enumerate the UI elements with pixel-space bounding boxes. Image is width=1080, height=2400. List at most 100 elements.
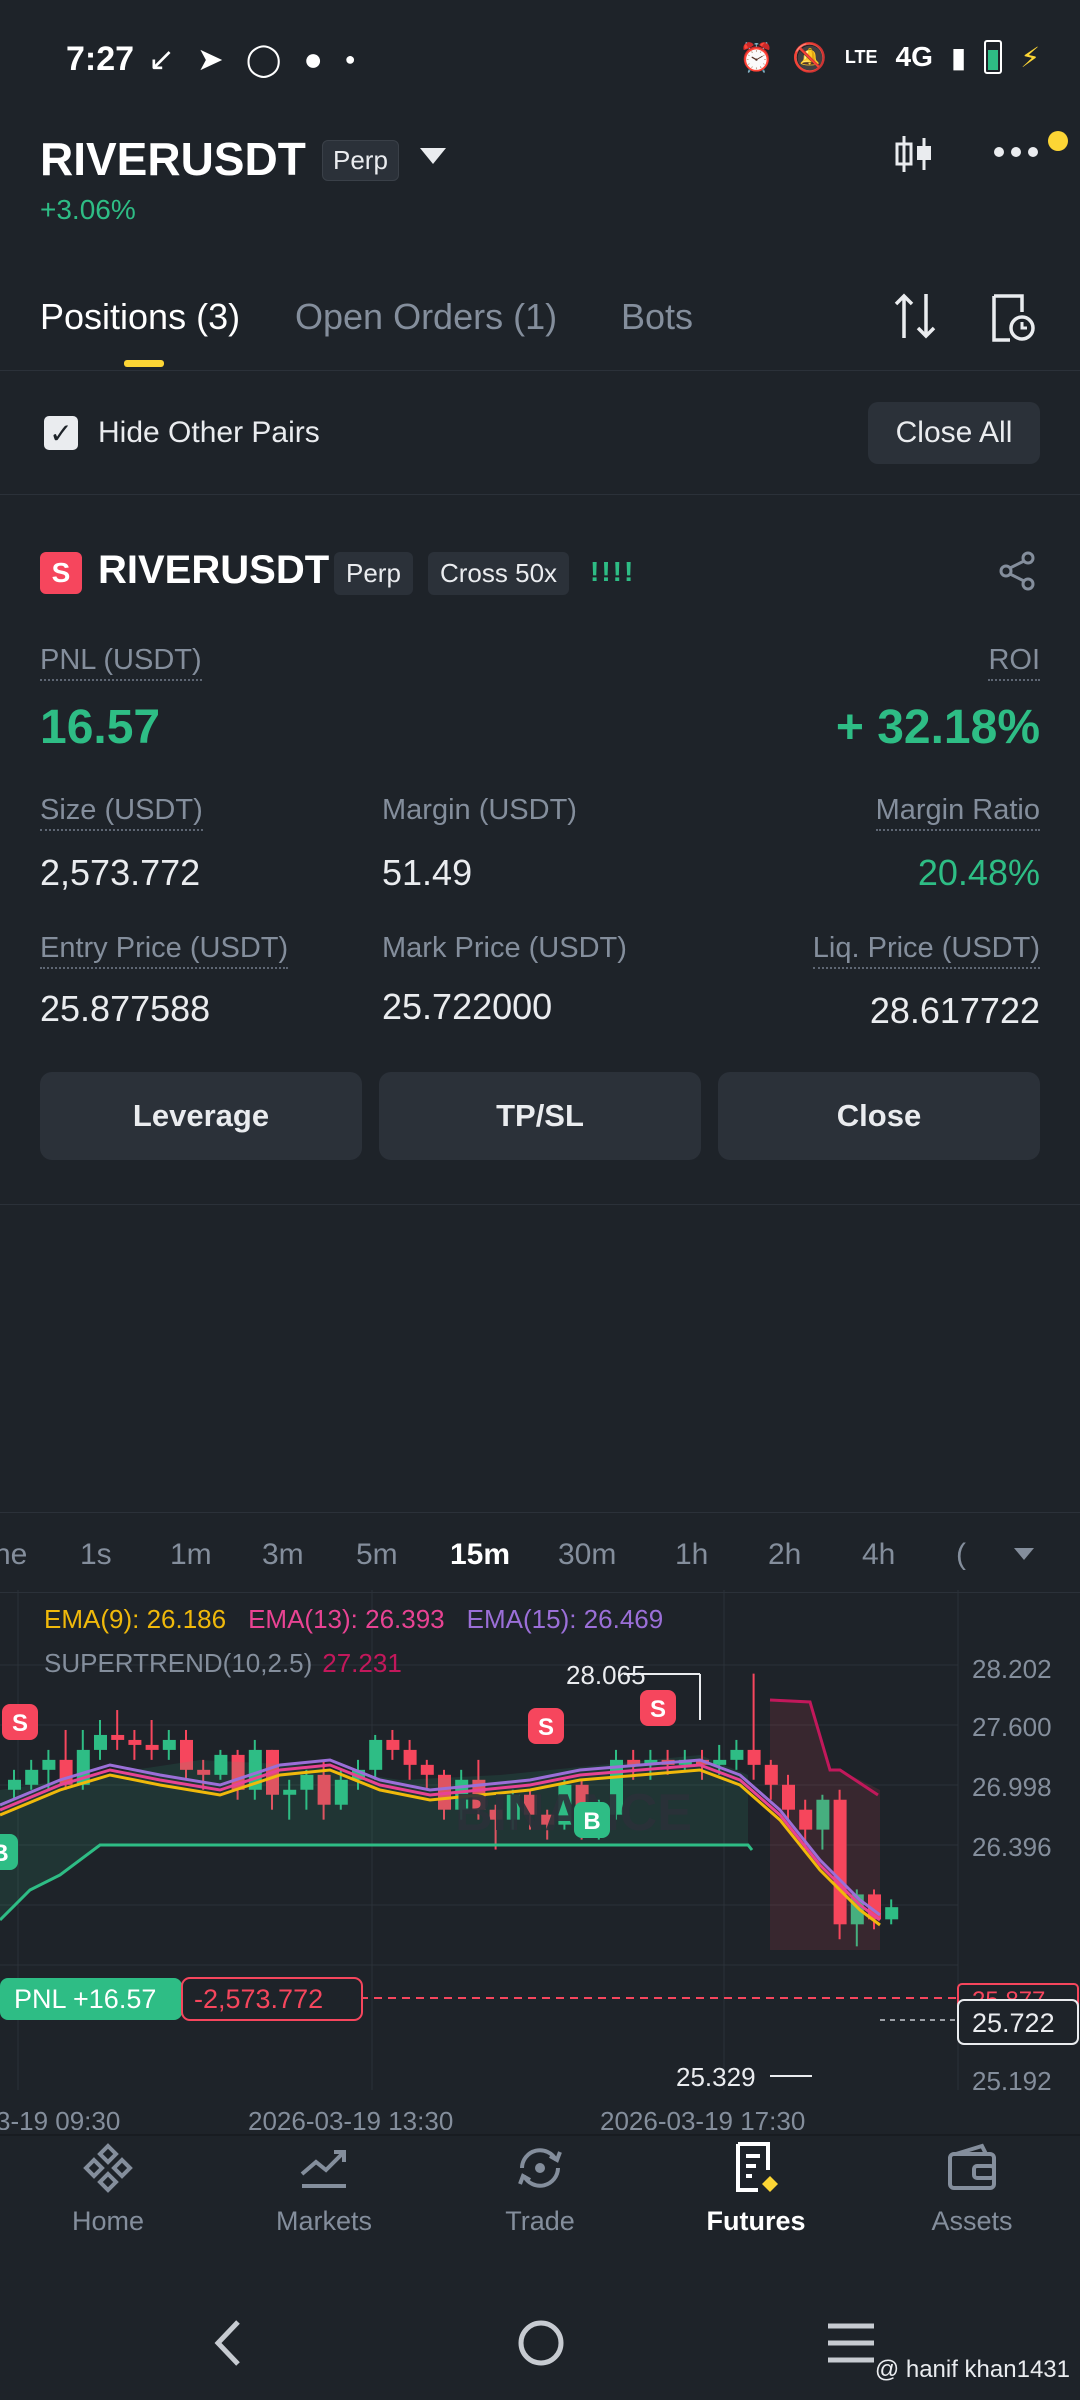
ema9-label: EMA(9): 26.186	[44, 1604, 227, 1634]
x-tick: 2026-03-19 17:30	[600, 2106, 805, 2130]
interval-1m[interactable]: 1m	[170, 1538, 212, 1572]
status-system-icons: ⏰ 🔕 LTE 4G ▮ ⚡	[739, 40, 1040, 74]
candle-body	[747, 1749, 761, 1765]
sell-marker: S	[12, 1710, 28, 1737]
liq-price-value: 28.617722	[869, 990, 1040, 1031]
charging-icon: ⚡	[1020, 41, 1040, 73]
nav-divider	[0, 2134, 1080, 2136]
tab-positions[interactable]: Positions (3)	[40, 296, 240, 338]
nav-assets-label: Assets	[931, 2206, 1013, 2236]
binance-logo-icon	[83, 2143, 133, 2193]
entry-price-label[interactable]: Entry Price (USDT)	[40, 932, 289, 969]
hide-other-pairs-label[interactable]: Hide Other Pairs	[98, 416, 320, 450]
more-dot-icon: ●	[344, 48, 356, 69]
close-all-button[interactable]: Close All	[868, 402, 1040, 464]
y-tick: 25.192	[972, 2066, 1052, 2096]
network-label: 4G	[895, 41, 933, 72]
missed-call-icon: ↙	[148, 41, 175, 77]
tab-active-indicator	[124, 360, 164, 367]
roi-label[interactable]: ROI	[988, 644, 1040, 681]
symbol-title[interactable]: RIVERUSDT	[40, 132, 306, 186]
y-tick: 26.396	[972, 1832, 1052, 1862]
header-actions	[892, 130, 1068, 176]
sort-icon[interactable]	[892, 290, 938, 342]
margin-ratio-value: 20.48%	[917, 852, 1040, 893]
risk-indicator: !!!!	[590, 556, 636, 587]
symbol-dropdown-icon[interactable]	[420, 148, 446, 164]
liq-price-label[interactable]: Liq. Price (USDT)	[812, 932, 1040, 969]
lte-label: LTE	[844, 46, 878, 67]
interval-line[interactable]: ne	[0, 1538, 27, 1572]
tabs-divider	[0, 370, 1080, 371]
signal-icon: ▮	[950, 41, 967, 73]
position-symbol[interactable]: RIVERUSDT	[98, 548, 329, 593]
ema15-label: EMA(15): 26.469	[466, 1604, 664, 1634]
interval-15m[interactable]: 15m	[450, 1538, 510, 1572]
pnl-label[interactable]: PNL (USDT)	[40, 644, 202, 681]
nav-markets[interactable]: Markets	[216, 2140, 432, 2237]
buy-marker: B	[583, 1808, 600, 1835]
hide-other-pairs-checkbox[interactable]: ✓	[44, 416, 78, 450]
more-menu[interactable]	[992, 130, 1068, 164]
whatsapp-icon: ◯	[245, 41, 282, 77]
recent-apps-icon[interactable]	[826, 2320, 876, 2366]
binance-watermark: BINANCE	[455, 1784, 692, 1842]
nav-futures[interactable]: Futures	[648, 2140, 864, 2237]
interval-dropdown-icon[interactable]	[1014, 1548, 1034, 1560]
short-side-badge: S	[40, 552, 82, 594]
supertrend-value: 27.231	[322, 1648, 402, 1678]
margin-mode-tag[interactable]: Cross 50x	[428, 552, 570, 595]
status-notification-icons: ↙ ➤ ◯ ● ●	[148, 40, 356, 78]
x-tick: 3-19 09:30	[0, 2106, 120, 2130]
candle-body	[25, 1769, 39, 1785]
supertrend-line	[0, 1843, 754, 1922]
supertrend-legend: SUPERTREND(10,2.5) 27.231	[44, 1648, 402, 1679]
interval-3m[interactable]: 3m	[262, 1538, 304, 1572]
nav-assets[interactable]: Assets	[864, 2140, 1080, 2237]
tab-bots[interactable]: Bots	[621, 296, 693, 338]
high-label: 28.065	[566, 1660, 646, 1690]
interval-1s[interactable]: 1s	[80, 1538, 112, 1572]
roi-value: + 32.18%	[835, 701, 1040, 754]
ema13-label: EMA(13): 26.393	[248, 1604, 445, 1634]
margin-ratio-label[interactable]: Margin Ratio	[875, 794, 1040, 831]
chart-top-divider	[0, 1512, 1080, 1513]
markets-chart-icon	[300, 2150, 346, 2188]
tpsl-button[interactable]: TP/SL	[379, 1072, 701, 1160]
price-change: +3.06%	[40, 194, 136, 225]
nav-futures-label: Futures	[706, 2206, 806, 2236]
y-tick: 28.202	[972, 1654, 1052, 1684]
interval-4h[interactable]: 4h	[862, 1538, 895, 1572]
nav-home[interactable]: Home	[0, 2140, 216, 2237]
interval-30m[interactable]: 30m	[558, 1538, 616, 1572]
nav-trade[interactable]: Trade	[432, 2140, 648, 2237]
nav-trade-label: Trade	[505, 2206, 575, 2236]
tab-open-orders[interactable]: Open Orders (1)	[295, 296, 557, 338]
interval-1h[interactable]: 1h	[675, 1538, 708, 1572]
candlestick-chart-icon[interactable]	[892, 132, 936, 176]
back-icon[interactable]	[210, 2318, 246, 2368]
candle-body	[885, 1907, 899, 1920]
trade-swap-icon	[518, 2148, 562, 2188]
pnl-value: 16.57	[40, 701, 161, 754]
y-tick: 26.998	[972, 1772, 1052, 1802]
interval-2h[interactable]: 2h	[768, 1538, 801, 1572]
x-tick: 2026-03-19 13:30	[248, 2106, 453, 2130]
home-circle-icon[interactable]	[516, 2318, 566, 2368]
size-label[interactable]: Size (USDT)	[40, 794, 203, 831]
interval-5m[interactable]: 5m	[356, 1538, 398, 1572]
leverage-button[interactable]: Leverage	[40, 1072, 362, 1160]
more-dots-icon[interactable]	[992, 145, 1040, 159]
sell-marker: S	[650, 1696, 666, 1723]
telegram-icon: ➤	[196, 41, 224, 77]
share-icon[interactable]	[996, 550, 1038, 592]
close-position-button[interactable]: Close	[718, 1072, 1040, 1160]
supertrend-label: SUPERTREND(10,2.5)	[44, 1648, 313, 1678]
status-time: 7:27	[66, 40, 135, 78]
pnl-tag: PNL +16.57	[14, 1984, 156, 2014]
candle-body	[128, 1739, 142, 1745]
history-icon[interactable]	[988, 292, 1036, 344]
interval-more[interactable]: (	[956, 1538, 966, 1572]
mark-price-value: 25.722000	[382, 986, 553, 1027]
nav-home-label: Home	[71, 2206, 145, 2236]
